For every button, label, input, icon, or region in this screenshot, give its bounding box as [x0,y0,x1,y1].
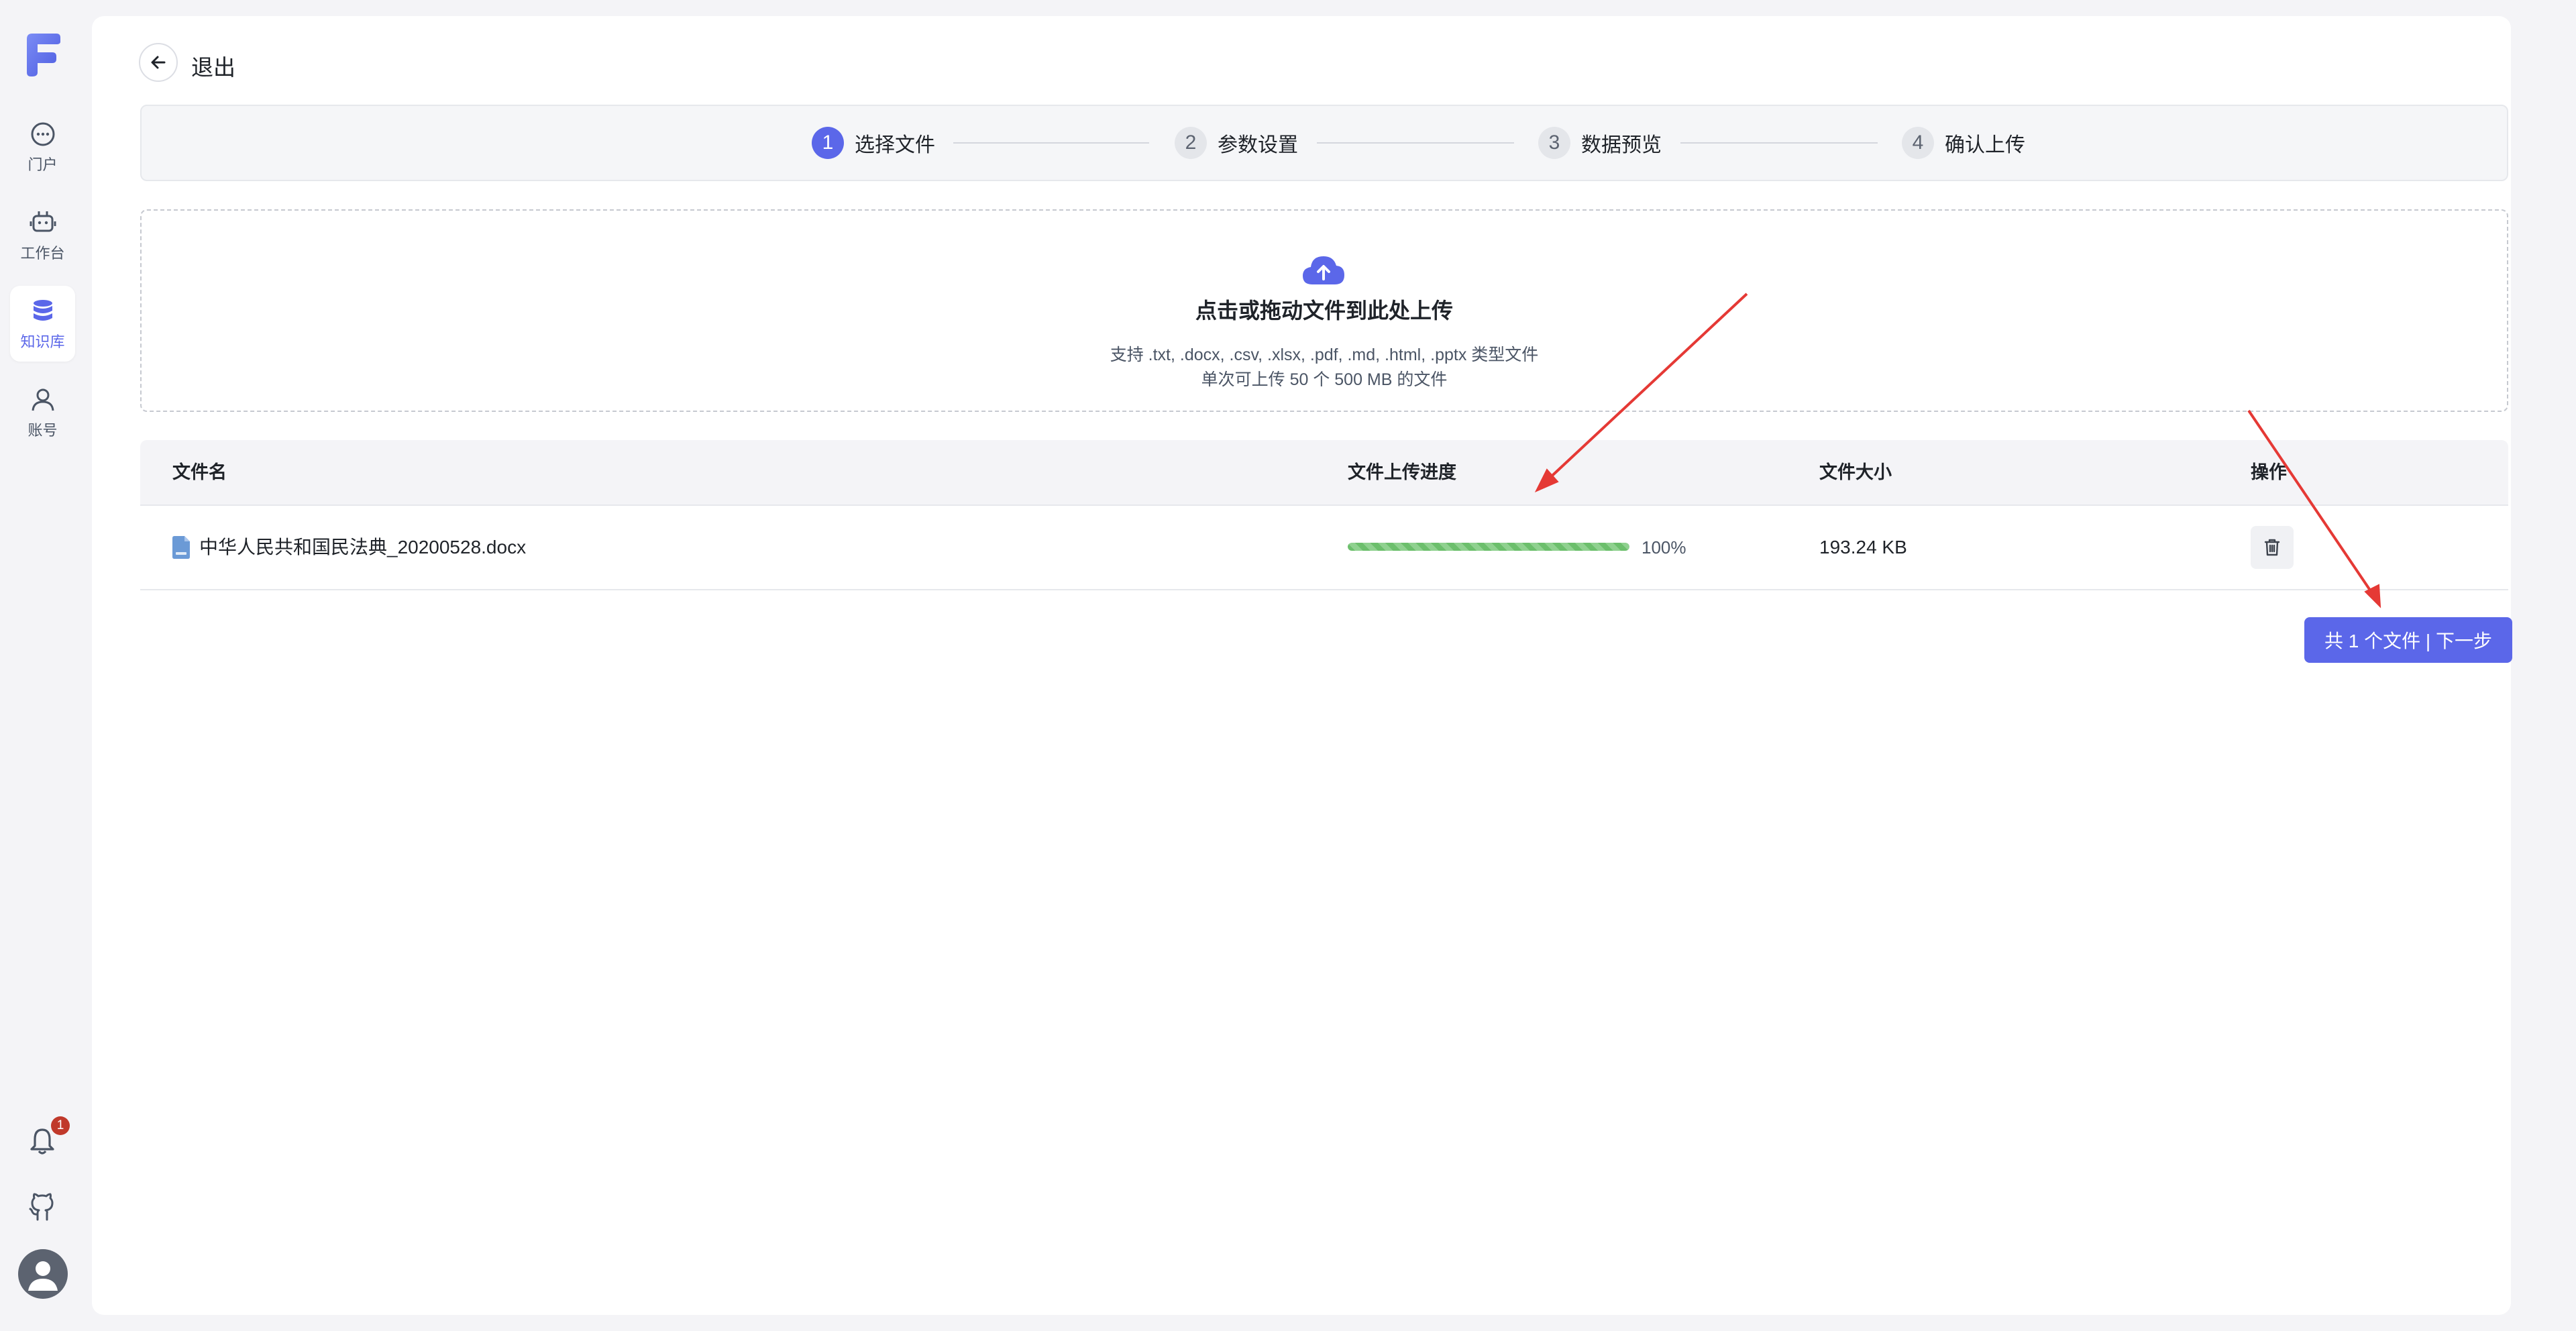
step-label: 选择文件 [855,134,935,156]
user-avatar-icon [28,1261,58,1291]
database-icon [33,299,52,321]
step-number: 4 [1902,127,1934,159]
sidebar-item-workbench[interactable]: 工作台 [10,197,75,273]
step-connector [953,142,1149,144]
sidebar-item-label: 门户 [28,156,58,173]
step-number: 3 [1538,127,1570,159]
sidebar-item-label: 知识库 [20,333,65,350]
step-select-file: 1 选择文件 [812,106,935,180]
upload-progress-fill [1348,543,1629,551]
file-table: 文件名 文件上传进度 文件大小 操作 中华人民共和国民法典_20200528.d… [140,440,2508,590]
step-number: 1 [812,127,844,159]
dropzone-supported-types: 支持 .txt, .docx, .csv, .xlsx, .pdf, .md, … [1110,345,1539,364]
column-header-filename: 文件名 [172,462,227,482]
column-header-actions: 操作 [2251,462,2287,482]
step-number: 2 [1175,127,1207,159]
sidebar-item-account[interactable]: 账号 [10,374,75,450]
file-size: 193.24 KB [1819,537,1907,557]
upload-progress-label: 100% [1642,537,1686,557]
upload-dropzone[interactable]: 点击或拖动文件到此处上传 支持 .txt, .docx, .csv, .xlsx… [140,209,2508,412]
step-confirm-upload: 4 确认上传 [1902,106,2025,180]
step-connector [1317,142,1514,144]
upload-progress-bar [1348,543,1629,551]
notification-badge: 1 [51,1116,70,1135]
exit-label[interactable]: 退出 [191,50,235,82]
dropzone-title: 点击或拖动文件到此处上传 [1195,299,1453,323]
column-header-size: 文件大小 [1819,462,1892,482]
arrow-left-icon [151,56,166,69]
dropzone-limit: 单次可上传 50 个 500 MB 的文件 [1201,370,1448,389]
robot-icon [30,211,56,231]
table-header: 文件名 文件上传进度 文件大小 操作 [140,440,2508,506]
step-indicator: 1 选择文件 2 参数设置 3 数据预览 4 确认上传 [140,105,2508,181]
next-step-button[interactable]: 共 1 个文件 | 下一步 [2304,617,2512,663]
step-label: 数据预览 [1581,134,1662,156]
cloud-upload-icon [1303,256,1344,284]
sidebar-item-knowledge-base[interactable]: 知识库 [10,286,75,362]
main-panel: 退出 1 选择文件 2 参数设置 3 数据预览 4 确认上传 点击或拖动文件到此… [92,16,2512,1315]
step-data-preview: 3 数据预览 [1538,106,1662,180]
table-row: 中华人民共和国民法典_20200528.docx 100% 193.24 KB [140,506,2508,590]
column-header-progress: 文件上传进度 [1348,462,1456,482]
step-label: 确认上传 [1945,134,2025,156]
user-icon [32,388,54,411]
file-name: 中华人民共和国民法典_20200528.docx [199,537,527,557]
sidebar-item-label: 工作台 [20,244,65,262]
step-connector [1680,142,1878,144]
avatar[interactable] [18,1249,68,1299]
delete-button[interactable] [2251,526,2294,569]
back-button[interactable] [139,43,178,82]
trash-icon [2264,539,2280,556]
step-parameters: 2 参数设置 [1175,106,1298,180]
sidebar-item-portal[interactable]: 门户 [10,109,75,184]
sidebar: 门户 工作台 知识库 账号 1 [0,0,92,1331]
document-file-icon [172,536,190,559]
step-label: 参数设置 [1218,134,1298,156]
brand-logo-icon[interactable] [24,32,62,78]
chat-bubble-icon [31,122,54,146]
sidebar-item-label: 账号 [28,421,58,439]
github-icon[interactable] [25,1190,59,1224]
